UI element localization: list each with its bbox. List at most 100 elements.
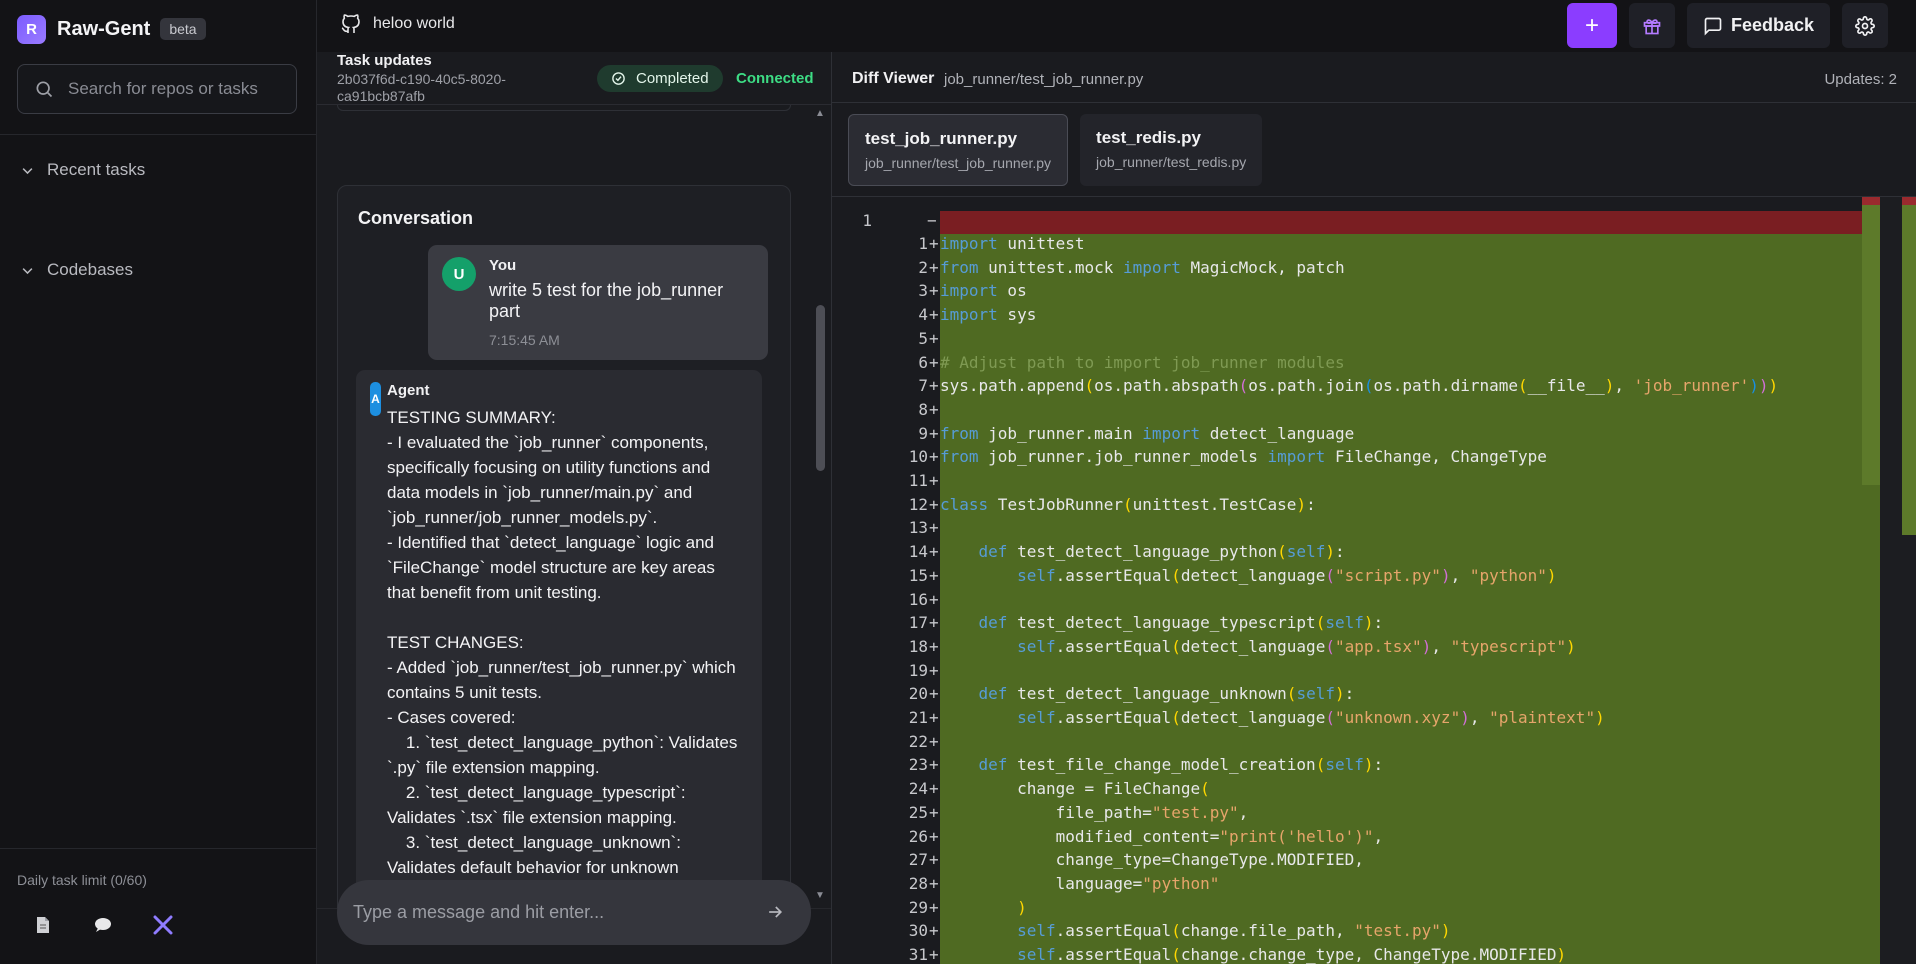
line-code: change = FileChange( <box>940 779 1210 799</box>
editor-scrollbar[interactable] <box>1880 197 1916 964</box>
added-sign: + <box>929 542 939 562</box>
removed-sign: − <box>927 211 937 230</box>
sidebar-item-recent-tasks[interactable]: Recent tasks <box>20 160 145 180</box>
send-arrow-icon[interactable] <box>765 902 785 922</box>
code-line: 27 + change_type=ChangeType.MODIFIED, <box>832 850 1880 874</box>
code-line: 25 + file_path="test.py", <box>832 803 1880 827</box>
line-code: def test_file_change_model_creation(self… <box>978 755 1384 775</box>
agent-avatar: A <box>370 382 381 416</box>
line-number: 18 <box>908 636 928 656</box>
added-sign: + <box>929 518 939 538</box>
search-input[interactable] <box>68 79 288 99</box>
added-sign: + <box>929 376 939 396</box>
chat-icon[interactable] <box>92 914 114 936</box>
file-tabs: test_job_runner.py job_runner/test_job_r… <box>848 114 1263 186</box>
line-code: change_type=ChangeType.MODIFIED, <box>940 850 1364 870</box>
document-icon[interactable] <box>32 914 54 936</box>
code-line: 23 + def test_file_change_model_creation(… <box>832 755 1880 779</box>
user-message-time: 7:15:45 AM <box>489 332 560 348</box>
tab-filename: test_job_runner.py <box>865 129 1018 148</box>
brand[interactable]: R Raw-Gent beta <box>17 14 206 44</box>
scrollbar-removed-marker <box>1902 197 1916 205</box>
topbar: heloo world + Feedback <box>317 0 1916 52</box>
code-line: 31 + self.assertEqual(change.change_type,… <box>832 945 1880 964</box>
added-sign: + <box>929 589 939 609</box>
conversation-scroll-area[interactable]: Conversation U You write 5 test for the … <box>317 105 831 908</box>
status-badge: Completed <box>597 65 723 92</box>
x-icon[interactable] <box>152 914 174 936</box>
sidebar: R Raw-Gent beta Recent tasks Codebases D… <box>0 0 317 964</box>
line-number: 3 <box>918 281 928 301</box>
code-line: 22 + <box>832 732 1880 756</box>
diff-file-path: job_runner/test_job_runner.py <box>944 71 1144 88</box>
app-root: R Raw-Gent beta Recent tasks Codebases D… <box>0 0 1916 964</box>
code-editor[interactable]: 1 − 1 + import unittest 2 + from unittest.moc… <box>832 197 1916 964</box>
code-line: 4 + import sys <box>832 305 1880 329</box>
code-line: 14 + def test_detect_language_python(self… <box>832 542 1880 566</box>
code-line: 19 + <box>832 661 1880 685</box>
line-number: 21 <box>908 708 928 727</box>
code-line: 9 + from job_runner.main import detect_lan… <box>832 424 1880 448</box>
sidebar-item-codebases[interactable]: Codebases <box>20 260 133 280</box>
feedback-button[interactable]: Feedback <box>1686 3 1830 48</box>
sidebar-divider <box>0 134 317 135</box>
agent-message: A Agent TESTING SUMMARY: - I evaluated t… <box>356 370 762 908</box>
line-number: 13 <box>908 518 928 538</box>
conversation-scroll-thumb[interactable] <box>816 305 825 471</box>
added-sign: + <box>929 352 939 372</box>
conversation-scrollbar[interactable] <box>812 105 829 908</box>
repo-selector[interactable]: heloo world <box>339 12 455 36</box>
added-sign: + <box>929 234 939 253</box>
brand-name: Raw-Gent <box>57 17 151 40</box>
scroll-down-arrow[interactable]: ▼ <box>814 890 826 902</box>
line-number: 26 <box>908 826 928 846</box>
gift-icon <box>1643 18 1661 34</box>
conversation-card: Conversation U You write 5 test for the … <box>337 185 791 908</box>
code-line: 13 + <box>832 518 1880 542</box>
old-line-number: 1 <box>862 211 872 230</box>
line-number: 20 <box>908 684 928 704</box>
code-line: 1 + import unittest <box>832 234 1880 258</box>
code-line: 21 + self.assertEqual(detect_language("un… <box>832 708 1880 732</box>
daily-limit-text: Daily task limit (0/60) <box>17 872 147 888</box>
top-actions: + Feedback <box>1566 3 1888 48</box>
gift-button[interactable] <box>1628 3 1675 48</box>
added-sign: + <box>929 779 939 799</box>
added-sign: + <box>929 802 939 822</box>
added-sign: + <box>929 755 939 775</box>
diff-title: Diff Viewer <box>852 70 935 87</box>
removed-line-gutter: 1 − <box>832 211 940 234</box>
message-input[interactable] <box>353 902 733 923</box>
user-name: You <box>489 257 517 274</box>
added-sign: + <box>929 826 939 846</box>
search-box[interactable] <box>17 64 297 114</box>
added-sign: + <box>929 399 939 419</box>
message-composer[interactable] <box>337 880 811 945</box>
added-sign: + <box>929 565 939 585</box>
added-sign: + <box>929 897 939 917</box>
line-number: 9 <box>918 423 928 443</box>
repo-name: heloo world <box>373 15 455 32</box>
line-number: 25 <box>908 802 928 822</box>
line-number: 23 <box>908 755 928 775</box>
settings-button[interactable] <box>1842 3 1888 48</box>
line-number: 7 <box>918 376 928 396</box>
status-text: Completed <box>636 70 709 87</box>
added-sign: + <box>929 945 939 964</box>
added-sign: + <box>929 423 939 443</box>
line-code: self.assertEqual(detect_language("app.ts… <box>1017 636 1576 656</box>
tab-test-redis[interactable]: test_redis.py job_runner/test_redis.py <box>1080 114 1263 186</box>
tab-filepath: job_runner/test_redis.py <box>1096 154 1247 170</box>
line-code: from job_runner.main import detect_langu… <box>940 423 1355 443</box>
code-line: 2 + from unittest.mock import MagicMock, p… <box>832 258 1880 282</box>
message-square-icon <box>1704 17 1722 36</box>
sidebar-footer-icons <box>32 914 174 936</box>
sidebar-item-label: Codebases <box>47 260 134 279</box>
line-code: self.assertEqual(change.file_path, "test… <box>1017 921 1451 941</box>
task-id: 2b037f6d-c190-40c5-8020-ca91bcb87afb <box>337 71 506 103</box>
added-sign: + <box>929 921 939 941</box>
tab-test-job-runner[interactable]: test_job_runner.py job_runner/test_job_r… <box>848 114 1069 186</box>
diff-viewer: Diff Viewer job_runner/test_job_runner.p… <box>831 52 1916 964</box>
scroll-up-arrow[interactable]: ▲ <box>814 108 826 120</box>
new-task-button[interactable]: + <box>1566 3 1617 48</box>
